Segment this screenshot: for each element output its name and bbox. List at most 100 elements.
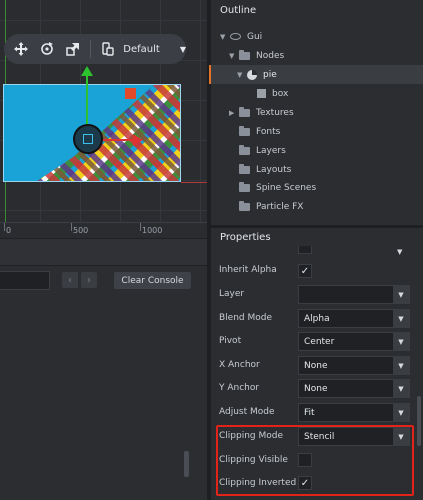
chevron-right-icon: ›	[87, 274, 91, 286]
outline-item-spine-scenes[interactable]: Spine Scenes	[211, 178, 423, 197]
property-checkbox[interactable]	[298, 246, 312, 254]
scene-view[interactable]: Default ▼ 0 500 1000	[0, 0, 207, 238]
properties-title: Properties	[220, 232, 271, 243]
device-profile-button[interactable]	[97, 38, 118, 60]
chevron-down-icon: ▼	[393, 286, 409, 303]
layer-select[interactable]: ▼	[298, 285, 410, 304]
outline-item-box[interactable]: box	[211, 84, 423, 103]
property-label-inherit-alpha: Inherit Alpha	[219, 265, 277, 275]
chevron-down-icon[interactable]: ▼	[237, 71, 247, 79]
outline-title: Outline	[220, 5, 257, 16]
pivot-select-value: Center	[304, 336, 335, 347]
chevron-down-icon: ▼	[393, 333, 409, 350]
property-label-layer: Layer	[219, 289, 245, 299]
console-prev-button[interactable]: ‹	[62, 272, 78, 288]
gui-icon	[230, 33, 241, 40]
chevron-down-icon: ▼	[393, 357, 409, 374]
folder-icon	[239, 106, 250, 117]
outline-panel: Outline ▼ Gui ▼ Nodes ▼ pie box ▶ Textur…	[209, 0, 423, 225]
x-anchor-select-value: None	[304, 360, 328, 371]
x-anchor-select[interactable]: None ▼	[298, 356, 410, 375]
outline-item-layouts[interactable]: Layouts	[211, 160, 423, 179]
pie-node-icon	[247, 69, 257, 80]
folder-icon	[239, 125, 250, 136]
outline-item-fonts[interactable]: Fonts	[211, 122, 423, 141]
layout-select[interactable]: Default ▼	[123, 44, 186, 55]
pivot-handle[interactable]	[125, 88, 136, 99]
chevron-down-icon: ▼	[393, 380, 409, 397]
outline-item-gui[interactable]: ▼ Gui	[211, 27, 423, 46]
ruler-tick	[140, 223, 141, 231]
console-search-input[interactable]	[0, 271, 50, 290]
checkmark-icon: ✓	[300, 265, 310, 277]
clipping-properties-highlight	[216, 425, 414, 496]
device-icon	[102, 42, 114, 56]
outline-item-layers[interactable]: Layers	[211, 141, 423, 160]
outline-item-label: Layouts	[256, 164, 292, 175]
outline-item-label: pie	[263, 69, 277, 80]
grid-line	[0, 210, 207, 211]
adjust-mode-select[interactable]: Fit ▼	[298, 403, 410, 422]
inherit-alpha-checkbox[interactable]: ✓	[298, 264, 312, 278]
outline-item-textures[interactable]: ▶ Textures	[211, 103, 423, 122]
scale-icon	[65, 43, 79, 56]
outline-item-label: Layers	[256, 145, 286, 156]
outline-item-label: Fonts	[256, 126, 281, 137]
ruler-label: 0	[6, 226, 12, 235]
folder-icon	[239, 200, 250, 211]
folder-icon	[239, 144, 250, 155]
move-gizmo-x-arrow[interactable]	[133, 134, 143, 146]
move-tool-button[interactable]	[10, 38, 31, 60]
y-anchor-select-value: None	[304, 383, 328, 394]
outline-item-label: Gui	[247, 31, 263, 42]
horizontal-ruler: 0 500 1000	[0, 222, 207, 238]
grid-line	[0, 20, 207, 21]
console-next-button[interactable]: ›	[81, 272, 97, 288]
outline-item-label: box	[272, 88, 289, 99]
ruler-tick	[4, 223, 5, 231]
console-scrollbar[interactable]	[184, 451, 189, 477]
chevron-down-icon[interactable]: ▼	[229, 52, 239, 60]
rotate-icon	[40, 42, 53, 55]
ruler-label: 500	[73, 226, 89, 235]
move-gizmo-plane-handle[interactable]	[83, 134, 93, 144]
scale-tool-button[interactable]	[62, 38, 83, 60]
chevron-down-icon: ▼	[393, 404, 409, 421]
outline-item-nodes[interactable]: ▼ Nodes	[211, 46, 423, 65]
ruler-tick	[71, 223, 72, 231]
y-anchor-select[interactable]: None ▼	[298, 379, 410, 398]
chevron-left-icon: ‹	[68, 274, 72, 286]
adjust-mode-select-value: Fit	[304, 407, 315, 418]
property-label-x-anchor: X Anchor	[219, 360, 260, 370]
scene-x-axis-line	[181, 182, 207, 183]
outline-item-label: Nodes	[256, 50, 285, 61]
rotate-tool-button[interactable]	[36, 38, 57, 60]
chevron-down-icon: ▼	[393, 310, 409, 327]
blend-mode-select[interactable]: Alpha ▼	[298, 309, 410, 328]
clear-console-button[interactable]: Clear Console	[114, 272, 191, 289]
chevron-right-icon[interactable]: ▶	[229, 109, 239, 117]
box-node-icon	[257, 89, 266, 98]
properties-scrollbar[interactable]	[417, 396, 421, 446]
property-label-blend-mode: Blend Mode	[219, 313, 273, 323]
layout-select-value: Default	[123, 43, 160, 55]
move-gizmo-y-arrow[interactable]	[81, 66, 93, 76]
folder-icon	[239, 49, 250, 60]
folder-icon	[239, 163, 250, 174]
folder-icon	[239, 181, 250, 192]
property-label-adjust-mode: Adjust Mode	[219, 407, 275, 417]
chevron-down-icon: ▼	[397, 248, 403, 256]
outline-item-particle-fx[interactable]: Particle FX	[211, 197, 423, 216]
pivot-select[interactable]: Center ▼	[298, 332, 410, 351]
console-toolbar	[0, 238, 207, 266]
blend-mode-select-value: Alpha	[304, 313, 330, 324]
property-label-pivot: Pivot	[219, 336, 242, 346]
scene-toolbar: Default ▼	[4, 34, 186, 64]
move-icon	[13, 42, 28, 56]
chevron-down-icon[interactable]: ▼	[220, 33, 230, 41]
outline-item-pie[interactable]: ▼ pie	[209, 65, 423, 84]
ruler-label: 1000	[142, 226, 163, 235]
chevron-down-icon: ▼	[179, 44, 186, 54]
outline-item-label: Particle FX	[256, 201, 304, 212]
outline-item-label: Spine Scenes	[256, 182, 317, 193]
